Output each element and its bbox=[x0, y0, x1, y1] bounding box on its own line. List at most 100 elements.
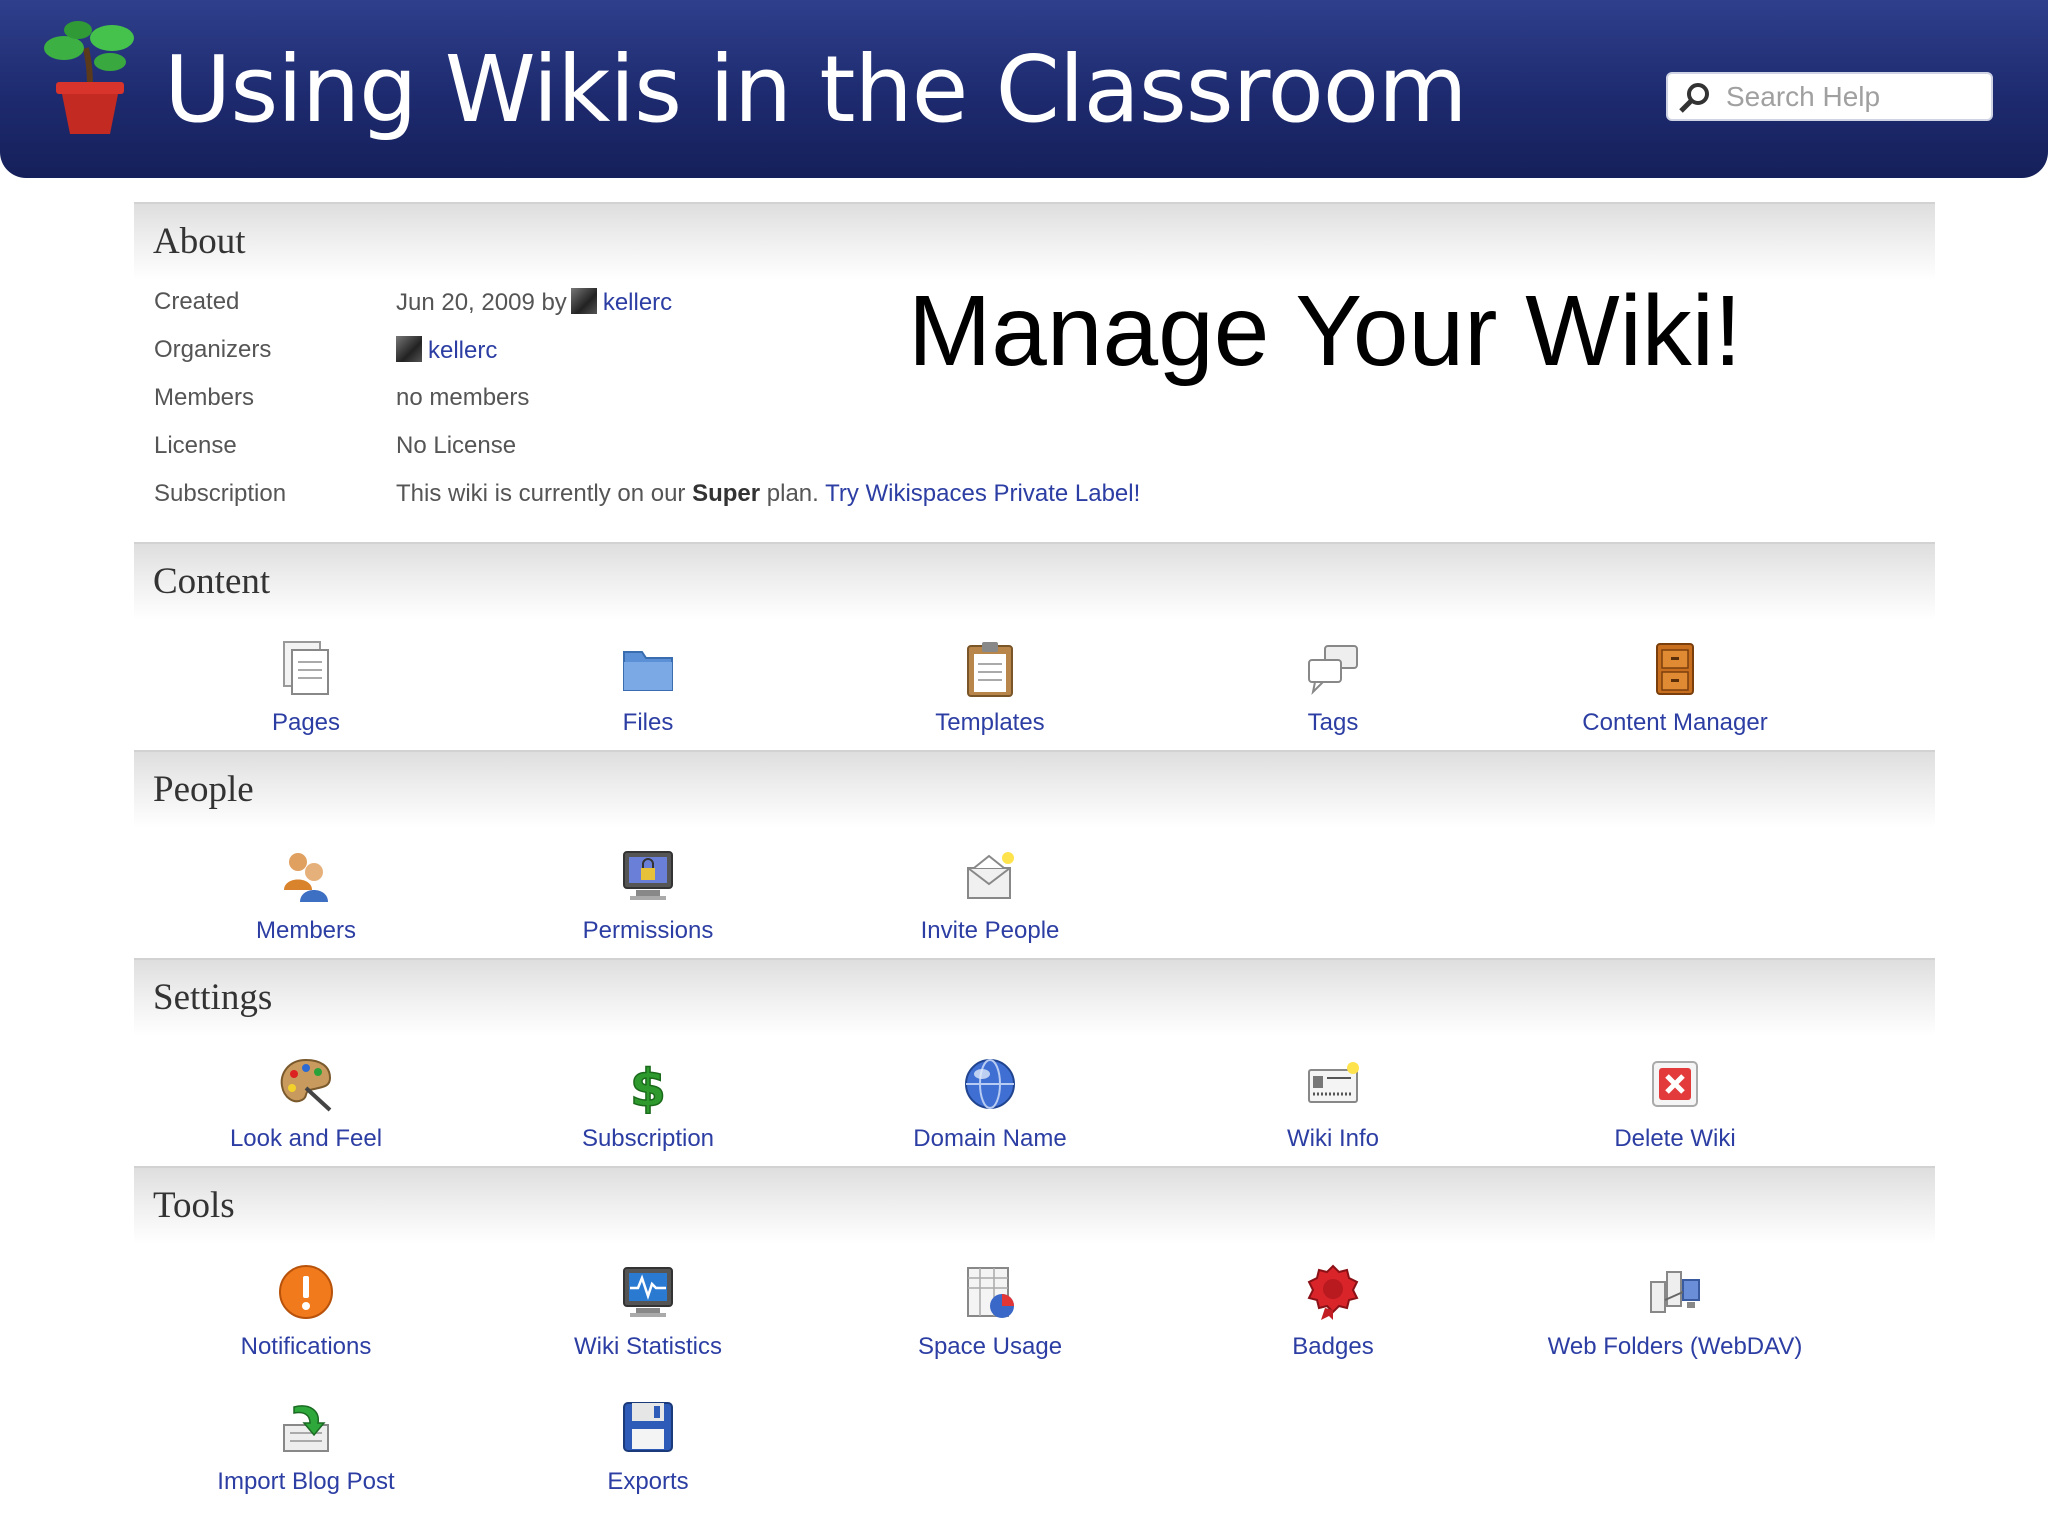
exports-label: Exports bbox=[607, 1468, 689, 1495]
invite-people-label: Invite People bbox=[920, 917, 1060, 944]
tools-icons-row-1: Notifications Wiki Statistics Space Usag… bbox=[134, 1244, 1935, 1374]
content-section-header: Content bbox=[134, 542, 1935, 620]
user-avatar-icon bbox=[396, 336, 422, 362]
look-and-feel-label: Look and Feel bbox=[229, 1125, 383, 1152]
about-section-header: About bbox=[134, 202, 1935, 280]
invite-people-link[interactable]: Invite People bbox=[840, 828, 1140, 958]
pages-label: Pages bbox=[271, 709, 341, 736]
about-heading: About bbox=[153, 221, 246, 262]
files-label: Files bbox=[622, 709, 674, 736]
space-usage-label: Space Usage bbox=[917, 1333, 1063, 1360]
delete-wiki-link[interactable]: Delete Wiki bbox=[1525, 1036, 1825, 1166]
organizers-value: kellerc bbox=[396, 336, 497, 365]
settings-icons: Look and Feel $ Subscription Domain Name bbox=[134, 1036, 1935, 1166]
content-manager-link[interactable]: Content Manager bbox=[1525, 620, 1825, 750]
wiki-statistics-link[interactable]: Wiki Statistics bbox=[498, 1244, 798, 1374]
paint-palette-icon bbox=[280, 1058, 332, 1112]
wiki-info-link[interactable]: Wiki Info bbox=[1183, 1036, 1483, 1166]
svg-text:$: $ bbox=[630, 1059, 666, 1114]
tools-icons-row-2: Import Blog Post Exports bbox=[134, 1379, 1935, 1509]
license-value: No License bbox=[396, 432, 517, 459]
subscription-label: Subscription bbox=[154, 480, 287, 507]
badges-label: Badges bbox=[1292, 1333, 1374, 1360]
tags-label: Tags bbox=[1307, 709, 1359, 736]
invite-envelope-icon bbox=[967, 852, 1014, 899]
people-icons: Members Permissions Invite People bbox=[134, 828, 1935, 958]
creator-user-link[interactable]: kellerc bbox=[603, 289, 672, 316]
search-icon bbox=[1679, 83, 1709, 113]
license-row: License No License bbox=[134, 432, 1134, 480]
subscription-row: Subscription This wiki is currently on o… bbox=[134, 480, 1140, 528]
subscription-settings-label: Subscription bbox=[581, 1125, 715, 1152]
tags-speech-bubbles-icon bbox=[1308, 645, 1358, 696]
content-heading: Content bbox=[153, 561, 271, 602]
manage-wiki-panel: About Manage Your Wiki! Created Jun 20, … bbox=[134, 202, 1935, 1509]
user-avatar-icon bbox=[570, 288, 597, 314]
members-link[interactable]: Members bbox=[156, 828, 456, 958]
pages-link[interactable]: Pages bbox=[156, 620, 456, 750]
title-banner: Using Wikis in the Classroom bbox=[0, 0, 2048, 178]
permissions-label: Permissions bbox=[582, 917, 714, 944]
created-row: Created Jun 20, 2009 by kellerc bbox=[134, 288, 1134, 336]
web-folders-link[interactable]: Web Folders (WebDAV) bbox=[1525, 1244, 1825, 1374]
subscription-text: This wiki is currently on our bbox=[396, 480, 686, 507]
search-help-box[interactable] bbox=[1666, 72, 1993, 121]
organizer-user-link[interactable]: kellerc bbox=[428, 337, 497, 364]
people-section-header: People bbox=[134, 750, 1935, 828]
plan-name: Super bbox=[692, 480, 761, 507]
files-link[interactable]: Files bbox=[498, 620, 798, 750]
dollar-sign-icon: $ bbox=[629, 1058, 667, 1114]
created-value: Jun 20, 2009 by kellerc bbox=[396, 288, 672, 317]
members-label: Members bbox=[154, 384, 255, 411]
content-manager-label: Content Manager bbox=[1582, 709, 1768, 736]
permissions-link[interactable]: Permissions bbox=[498, 828, 798, 958]
floppy-disk-icon bbox=[623, 1402, 673, 1452]
look-and-feel-link[interactable]: Look and Feel bbox=[156, 1036, 456, 1166]
subscription-link[interactable]: $ Subscription bbox=[498, 1036, 798, 1166]
badges-link[interactable]: Badges bbox=[1183, 1244, 1483, 1374]
about-details: Manage Your Wiki! Created Jun 20, 2009 b… bbox=[134, 275, 1935, 542]
space-usage-chart-icon bbox=[967, 1267, 1014, 1318]
search-input[interactable] bbox=[1726, 80, 1976, 114]
delete-wiki-label: Delete Wiki bbox=[1614, 1125, 1736, 1152]
settings-section-header: Settings bbox=[134, 958, 1935, 1036]
license-label: License bbox=[154, 432, 237, 459]
filing-cabinet-icon bbox=[1656, 643, 1694, 695]
members-value: no members bbox=[396, 384, 530, 411]
content-icons: Pages Files Templates Tags Content Manag… bbox=[134, 620, 1935, 750]
created-label: Created bbox=[154, 288, 240, 315]
notifications-alert-icon bbox=[279, 1265, 333, 1319]
delete-x-icon bbox=[1652, 1061, 1698, 1107]
templates-link[interactable]: Templates bbox=[840, 620, 1140, 750]
notifications-label: Notifications bbox=[240, 1333, 372, 1360]
badge-seal-icon bbox=[1307, 1264, 1359, 1320]
settings-heading: Settings bbox=[153, 977, 273, 1018]
private-label-link[interactable]: Try Wikispaces Private Label! bbox=[825, 480, 1140, 507]
organizers-label: Organizers bbox=[154, 336, 272, 363]
members-row: Members no members bbox=[134, 384, 1134, 432]
exports-link[interactable]: Exports bbox=[498, 1379, 798, 1509]
folder-icon bbox=[623, 651, 673, 691]
pages-icon bbox=[283, 641, 329, 695]
web-folders-label: Web Folders (WebDAV) bbox=[1547, 1333, 1803, 1360]
page-title: Using Wikis in the Classroom bbox=[164, 36, 1468, 143]
wiki-statistics-label: Wiki Statistics bbox=[573, 1333, 722, 1360]
space-usage-link[interactable]: Space Usage bbox=[840, 1244, 1140, 1374]
domain-name-link[interactable]: Domain Name bbox=[840, 1036, 1140, 1166]
import-blog-post-label: Import Blog Post bbox=[217, 1468, 395, 1495]
members-label: Members bbox=[255, 917, 357, 944]
permissions-lock-monitor-icon bbox=[623, 851, 673, 900]
subscription-text-end: plan. bbox=[766, 480, 819, 507]
wiki-info-card-icon bbox=[1308, 1062, 1359, 1103]
tags-link[interactable]: Tags bbox=[1183, 620, 1483, 750]
import-blog-post-link[interactable]: Import Blog Post bbox=[156, 1379, 456, 1509]
web-folders-network-icon bbox=[1650, 1271, 1700, 1313]
import-arrow-icon bbox=[283, 1405, 329, 1452]
tools-heading: Tools bbox=[153, 1185, 235, 1226]
people-heading: People bbox=[153, 769, 254, 810]
notifications-link[interactable]: Notifications bbox=[156, 1244, 456, 1374]
created-date: Jun 20, 2009 by bbox=[396, 289, 567, 316]
domain-name-label: Domain Name bbox=[913, 1125, 1067, 1152]
globe-icon bbox=[965, 1059, 1015, 1109]
subscription-value: This wiki is currently on our Super plan… bbox=[396, 480, 1140, 508]
